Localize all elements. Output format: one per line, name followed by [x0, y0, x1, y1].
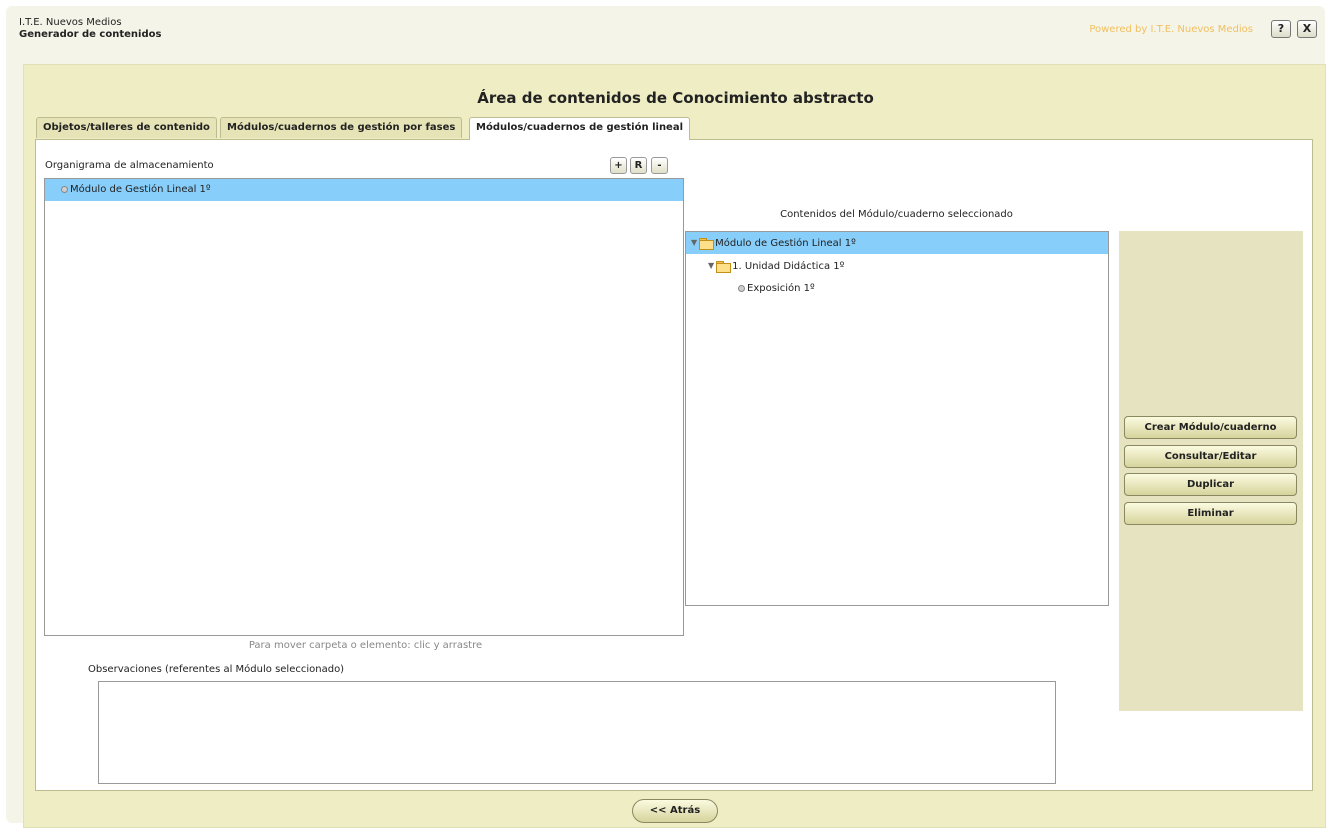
app-frame: I.T.E. Nuevos Medios Generador de conten…: [6, 6, 1326, 828]
tree-item-label: Módulo de Gestión Lineal 1º: [70, 184, 211, 195]
create-module-button[interactable]: Crear Módulo/cuaderno: [1124, 416, 1297, 439]
tree-item-label: Exposición 1º: [747, 283, 815, 294]
actions-panel: Crear Módulo/cuaderno Consultar/Editar D…: [1119, 231, 1303, 711]
org-name: I.T.E. Nuevos Medios: [19, 17, 122, 28]
add-folder-button[interactable]: +: [610, 157, 627, 174]
tab-gestion-lineal[interactable]: Módulos/cuadernos de gestión lineal: [469, 117, 691, 140]
tree-item[interactable]: Exposición 1º: [686, 278, 1108, 300]
tree-item-label: 1. Unidad Didáctica 1º: [732, 261, 845, 272]
edit-button[interactable]: Consultar/Editar: [1124, 445, 1297, 468]
main-panel: Área de contenidos de Conocimiento abstr…: [23, 64, 1326, 828]
close-button[interactable]: X: [1297, 20, 1317, 38]
expand-arrow-icon[interactable]: ▼: [708, 255, 714, 277]
tab-content: Organigrama de almacenamiento + R - Módu…: [35, 139, 1313, 791]
page-title: Área de contenidos de Conocimiento abstr…: [477, 89, 874, 107]
item-bullet-icon: [61, 185, 68, 193]
duplicate-button[interactable]: Duplicar: [1124, 473, 1297, 496]
folder-open-icon: [716, 261, 732, 273]
delete-button[interactable]: Eliminar: [1124, 502, 1297, 525]
powered-by[interactable]: Powered by I.T.E. Nuevos Medios: [1089, 24, 1253, 35]
remove-button[interactable]: -: [651, 157, 668, 174]
move-hint: Para mover carpeta o elemento: clic y ar…: [248, 640, 483, 651]
folder-open-icon: [699, 238, 715, 250]
tab-gestion-por-fases[interactable]: Módulos/cuadernos de gestión por fases: [220, 117, 463, 138]
tree-item-label: Módulo de Gestión Lineal 1º: [715, 238, 856, 249]
expand-arrow-icon[interactable]: ▼: [691, 232, 697, 254]
tree-item[interactable]: ▼ Módulo de Gestión Lineal 1º: [686, 232, 1108, 254]
item-bullet-icon: [738, 284, 745, 292]
observations-textarea[interactable]: [98, 681, 1056, 784]
storage-tree-title: Organigrama de almacenamiento: [45, 160, 214, 171]
back-button[interactable]: << Atrás: [632, 799, 718, 823]
rename-button[interactable]: R: [630, 157, 647, 174]
tab-objetos-talleres[interactable]: Objetos/talleres de contenido: [36, 117, 217, 138]
contents-tree[interactable]: ▼ Módulo de Gestión Lineal 1º ▼ 1. Unidad …: [685, 231, 1109, 606]
tree-item[interactable]: ▼ 1. Unidad Didáctica 1º: [686, 255, 1108, 277]
tree-item[interactable]: Módulo de Gestión Lineal 1º: [45, 179, 683, 201]
storage-tree[interactable]: Módulo de Gestión Lineal 1º: [44, 178, 684, 636]
observations-label: Observaciones (referentes al Módulo sele…: [88, 664, 345, 675]
contents-tree-title: Contenidos del Módulo/cuaderno seleccion…: [780, 209, 1013, 220]
app-name: Generador de contenidos: [19, 29, 162, 40]
brand: I.T.E. Nuevos Medios Generador de conten…: [19, 17, 161, 41]
help-button[interactable]: ?: [1271, 20, 1291, 38]
